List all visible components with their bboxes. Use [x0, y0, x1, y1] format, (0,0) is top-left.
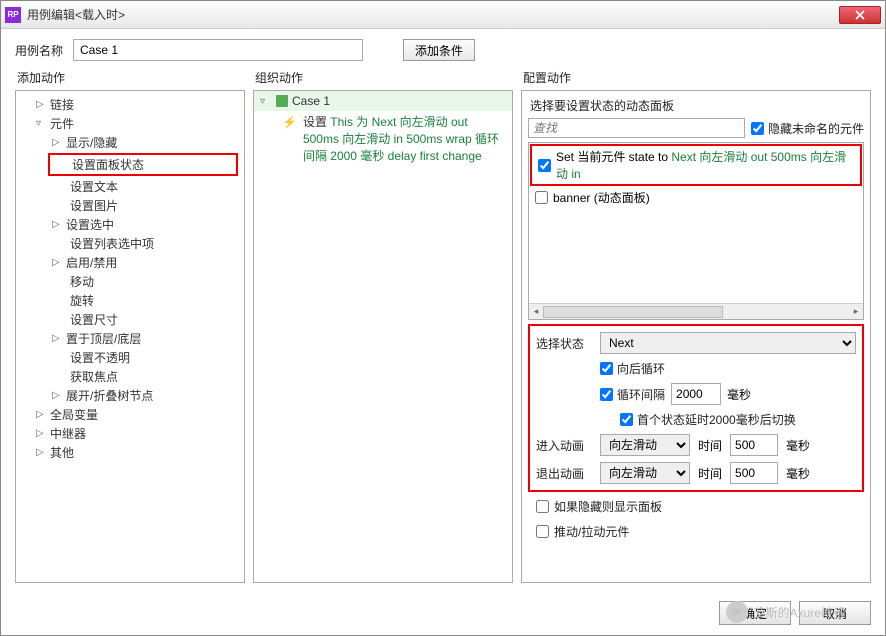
- tree-set-selected[interactable]: ▷设置选中: [18, 215, 242, 234]
- search-input[interactable]: [528, 118, 745, 138]
- tree-link[interactable]: ▷链接: [18, 95, 242, 114]
- org-case[interactable]: ▿ Case 1: [254, 91, 512, 111]
- tree-collapse[interactable]: ▷展开/折叠树节点: [18, 386, 242, 405]
- list-item-current[interactable]: Set 当前元件 state to Next 向左滑动 out 500ms 向左…: [530, 144, 862, 186]
- ms-label: 毫秒: [786, 465, 810, 482]
- horizontal-scrollbar[interactable]: ◂▸: [529, 303, 863, 319]
- wrap-checkbox[interactable]: 向后循环: [600, 360, 665, 377]
- tree-other[interactable]: ▷其他: [18, 443, 242, 462]
- organize-panel: ▿ Case 1 ⚡ 设置 This 为 Next 向左滑动 out 500ms…: [253, 90, 513, 583]
- repeat-interval-input[interactable]: [671, 383, 721, 405]
- state-select[interactable]: Next: [600, 332, 856, 354]
- tree-get-focus[interactable]: 获取焦点: [18, 367, 242, 386]
- action-tree-panel: ▷链接 ▿元件 ▷显示/隐藏 设置面板状态 设置文本 设置图片 ▷设置选中 设置…: [15, 90, 245, 583]
- tree-set-list-option[interactable]: 设置列表选中项: [18, 234, 242, 253]
- show-if-hidden-checkbox[interactable]: 如果隐藏则显示面板: [528, 496, 864, 517]
- configure-panel: 选择要设置状态的动态面板 隐藏未命名的元件 Set 当前元件 state to …: [521, 90, 871, 583]
- select-panel-label: 选择要设置状态的动态面板: [528, 97, 864, 114]
- window-title: 用例编辑<载入时>: [27, 6, 839, 23]
- add-condition-button[interactable]: 添加条件: [403, 39, 475, 61]
- tree-move[interactable]: 移动: [18, 272, 242, 291]
- select-state-label: 选择状态: [536, 335, 592, 352]
- anim-in-select[interactable]: 向左滑动: [600, 434, 690, 456]
- tree-set-opacity[interactable]: 设置不透明: [18, 348, 242, 367]
- case-icon: [276, 95, 288, 107]
- tree-show-hide[interactable]: ▷显示/隐藏: [18, 133, 242, 152]
- tree-global-var[interactable]: ▷全局变量: [18, 405, 242, 424]
- repeat-checkbox[interactable]: 循环间隔: [600, 386, 665, 403]
- ms-label: 毫秒: [727, 386, 751, 403]
- anim-out-label: 退出动画: [536, 465, 592, 482]
- time-label: 时间: [698, 437, 722, 454]
- tree-set-size[interactable]: 设置尺寸: [18, 310, 242, 329]
- titlebar: RP 用例编辑<载入时>: [1, 1, 885, 29]
- list-item-banner[interactable]: banner (动态面板): [529, 187, 863, 208]
- tree-enable-disable[interactable]: ▷启用/禁用: [18, 253, 242, 272]
- tree-rotate[interactable]: 旋转: [18, 291, 242, 310]
- org-action[interactable]: ⚡ 设置 This 为 Next 向左滑动 out 500ms 向左滑动 in …: [254, 111, 512, 167]
- list-item-check[interactable]: [538, 159, 551, 172]
- configure-header: 配置动作: [521, 69, 871, 86]
- tree-set-image[interactable]: 设置图片: [18, 196, 242, 215]
- tree-repeater[interactable]: ▷中继器: [18, 424, 242, 443]
- app-logo-icon: RP: [5, 7, 21, 23]
- add-action-header: 添加动作: [15, 69, 245, 86]
- close-button[interactable]: [839, 6, 881, 24]
- bolt-icon: ⚡: [282, 114, 297, 164]
- list-item-check[interactable]: [535, 191, 548, 204]
- hide-unnamed-checkbox[interactable]: 隐藏未命名的元件: [751, 120, 864, 137]
- delay-first-checkbox[interactable]: 首个状态延时2000毫秒后切换: [620, 411, 796, 428]
- case-name-label: 用例名称: [15, 42, 63, 59]
- push-pull-checkbox[interactable]: 推动/拉动元件: [528, 521, 864, 542]
- state-config-form: 选择状态 Next 向后循环 循环间隔 毫秒: [528, 324, 864, 492]
- ms-label: 毫秒: [786, 437, 810, 454]
- anim-out-time-input[interactable]: [730, 462, 778, 484]
- ok-button[interactable]: 确定: [719, 601, 791, 625]
- time-label: 时间: [698, 465, 722, 482]
- anim-in-label: 进入动画: [536, 437, 592, 454]
- panel-listbox[interactable]: Set 当前元件 state to Next 向左滑动 out 500ms 向左…: [528, 142, 864, 320]
- cancel-button[interactable]: 取消: [799, 601, 871, 625]
- anim-out-select[interactable]: 向左滑动: [600, 462, 690, 484]
- case-editor-dialog: RP 用例编辑<载入时> 用例名称 添加条件 添加动作 ▷链接 ▿元件 ▷显示/…: [0, 0, 886, 636]
- anim-in-time-input[interactable]: [730, 434, 778, 456]
- organize-header: 组织动作: [253, 69, 513, 86]
- tree-set-panel-state[interactable]: 设置面板状态: [48, 153, 238, 176]
- tree-widget[interactable]: ▿元件: [18, 114, 242, 133]
- tree-set-text[interactable]: 设置文本: [18, 177, 242, 196]
- tree-bring-front[interactable]: ▷置于顶层/底层: [18, 329, 242, 348]
- case-name-input[interactable]: [73, 39, 363, 61]
